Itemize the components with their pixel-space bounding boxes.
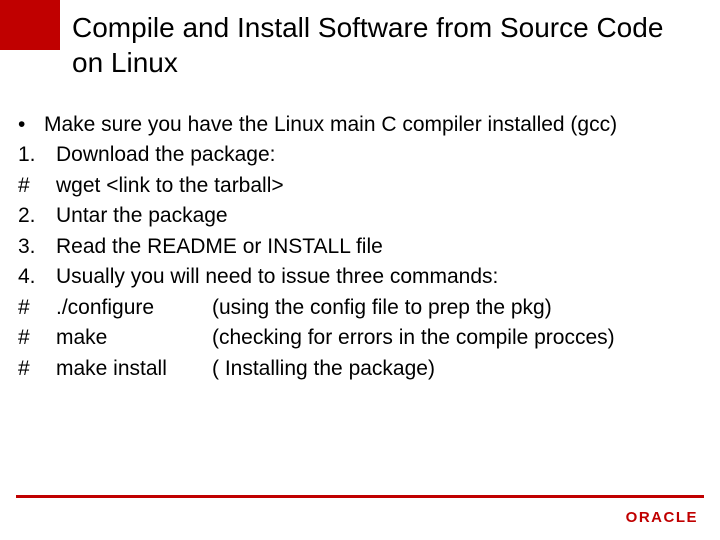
command-note: ( Installing the package)	[212, 354, 435, 384]
command-item: # ./configure (using the config file to …	[16, 293, 690, 323]
command-item: # make (checking for errors in the compi…	[16, 323, 690, 353]
item-text: Usually you will need to issue three com…	[56, 262, 690, 292]
bullet-item: • Make sure you have the Linux main C co…	[16, 110, 690, 140]
item-marker: 4.	[16, 262, 56, 292]
command-text: ./configure	[56, 293, 212, 323]
list-item: 4. Usually you will need to issue three …	[16, 262, 690, 292]
bullet-marker: •	[16, 110, 44, 140]
command-text: make install	[56, 354, 212, 384]
list-item: # wget <link to the tarball>	[16, 171, 690, 201]
item-marker: #	[16, 323, 56, 353]
command-text: make	[56, 323, 212, 353]
item-marker: 3.	[16, 232, 56, 262]
item-marker: #	[16, 293, 56, 323]
item-text: Untar the package	[56, 201, 690, 231]
slide-title: Compile and Install Software from Source…	[72, 10, 690, 80]
item-marker: 2.	[16, 201, 56, 231]
command-item: # make install ( Installing the package)	[16, 354, 690, 384]
list-item: 1. Download the package:	[16, 140, 690, 170]
brand-block	[0, 0, 60, 50]
command-note: (using the config file to prep the pkg)	[212, 293, 552, 323]
footer-divider	[16, 495, 704, 498]
item-marker: 1.	[16, 140, 56, 170]
item-text: wget <link to the tarball>	[56, 171, 690, 201]
list-item: 2. Untar the package	[16, 201, 690, 231]
bullet-text: Make sure you have the Linux main C comp…	[44, 110, 690, 140]
oracle-logo: ORACLE	[626, 509, 698, 526]
item-marker: #	[16, 354, 56, 384]
slide-body: • Make sure you have the Linux main C co…	[16, 110, 690, 384]
item-text: Read the README or INSTALL file	[56, 232, 690, 262]
list-item: 3. Read the README or INSTALL file	[16, 232, 690, 262]
item-marker: #	[16, 171, 56, 201]
item-text: Download the package:	[56, 140, 690, 170]
command-note: (checking for errors in the compile proc…	[212, 323, 615, 353]
